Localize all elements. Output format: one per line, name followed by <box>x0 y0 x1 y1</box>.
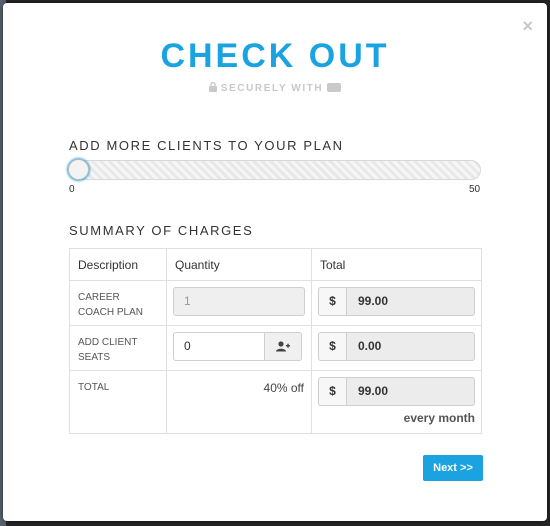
currency-addon: $ <box>318 287 346 316</box>
lock-icon <box>208 81 217 95</box>
grand-total-value: 99.00 <box>346 377 475 406</box>
secure-text: SECURELY WITH <box>220 83 324 94</box>
plan-total-field: $ 99.00 <box>318 287 475 316</box>
plan-total-value: 99.00 <box>346 287 475 316</box>
slider-handle[interactable] <box>68 159 89 180</box>
add-user-icon <box>276 341 290 352</box>
row-description: ADD CLIENT SEATS <box>69 325 167 371</box>
slider-track[interactable] <box>69 160 481 180</box>
slider-min-label: 0 <box>69 184 75 195</box>
row-description: CAREER COACH PLAN <box>69 280 167 326</box>
header-quantity: Quantity <box>166 248 312 281</box>
add-user-button[interactable] <box>265 332 302 361</box>
secure-note: SECURELY WITH <box>3 81 547 95</box>
seats-total-value: 0.00 <box>346 332 475 361</box>
slider-max-label: 50 <box>469 184 481 195</box>
close-icon[interactable]: × <box>522 17 533 35</box>
grand-total-field: $ 99.00 <box>318 377 475 406</box>
currency-addon: $ <box>318 332 346 361</box>
seats-quantity-group: 0 <box>173 332 305 361</box>
discount-text: 40% off <box>263 381 304 395</box>
plan-quantity-field: 1 <box>173 287 305 316</box>
summary-label: SUMMARY OF CHARGES <box>69 223 254 238</box>
add-clients-label: ADD MORE CLIENTS TO YOUR PLAN <box>69 138 344 153</box>
seats-quantity-input[interactable]: 0 <box>173 332 265 361</box>
next-button[interactable]: Next >> <box>423 455 483 481</box>
table-row: TOTAL 40% off $ 99.00 every month <box>69 370 482 434</box>
table-row: CAREER COACH PLAN 1 $ 99.00 <box>69 280 482 326</box>
header-description: Description <box>69 248 167 281</box>
clients-slider[interactable] <box>68 159 481 180</box>
table-header-row: Description Quantity Total <box>69 248 482 281</box>
table-row: ADD CLIENT SEATS 0 $ 0.00 <box>69 325 482 371</box>
row-description: TOTAL <box>69 370 167 434</box>
billing-period: every month <box>403 411 475 425</box>
seats-total-field: $ 0.00 <box>318 332 475 361</box>
currency-addon: $ <box>318 377 346 406</box>
credit-card-icon <box>327 83 342 92</box>
checkout-modal: × CHECK OUT SECURELY WITH ADD MORE CLIEN… <box>3 3 547 521</box>
charges-table: Description Quantity Total CAREER COACH … <box>69 248 482 434</box>
modal-title: CHECK OUT <box>160 37 390 75</box>
header-total: Total <box>311 248 482 281</box>
